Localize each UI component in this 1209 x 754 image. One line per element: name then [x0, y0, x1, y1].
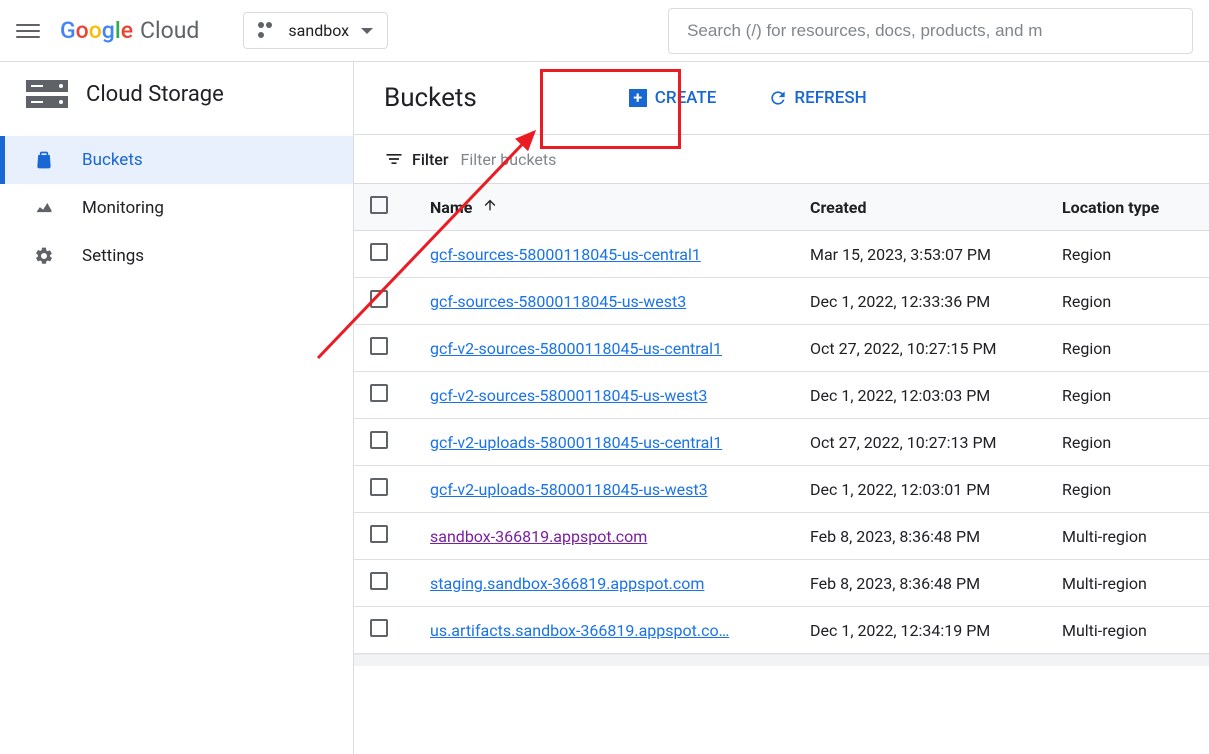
table-row: gcf-v2-uploads-58000118045-us-central1 O… [354, 419, 1209, 466]
page-title: Buckets [384, 83, 477, 113]
row-checkbox[interactable] [370, 337, 388, 355]
horizontal-scrollbar[interactable] [354, 654, 1209, 666]
sidebar-header: Cloud Storage [0, 62, 353, 126]
row-checkbox[interactable] [370, 290, 388, 308]
table-row: gcf-sources-58000118045-us-west3 Dec 1, … [354, 278, 1209, 325]
bucket-link[interactable]: gcf-sources-58000118045-us-west3 [430, 292, 686, 311]
sidebar-item-buckets[interactable]: Buckets [0, 136, 353, 184]
chevron-down-icon [361, 28, 373, 34]
created-cell: Oct 27, 2022, 10:27:13 PM [794, 419, 1046, 466]
project-name: sandbox [288, 21, 349, 40]
main-header: Buckets + CREATE REFRESH [354, 62, 1209, 135]
created-cell: Feb 8, 2023, 8:36:48 PM [794, 513, 1046, 560]
location-type-cell: Region [1046, 372, 1209, 419]
gear-icon [34, 246, 54, 266]
sidebar-item-label: Monitoring [82, 198, 164, 218]
column-header-location-type[interactable]: Location type [1046, 184, 1209, 231]
location-type-cell: Multi-region [1046, 560, 1209, 607]
sidebar-title: Cloud Storage [86, 82, 224, 107]
location-type-cell: Region [1046, 278, 1209, 325]
bucket-link[interactable]: gcf-v2-uploads-58000118045-us-west3 [430, 480, 708, 499]
row-checkbox[interactable] [370, 525, 388, 543]
table-row: staging.sandbox-366819.appspot.com Feb 8… [354, 560, 1209, 607]
location-type-cell: Multi-region [1046, 513, 1209, 560]
created-cell: Dec 1, 2022, 12:03:01 PM [794, 466, 1046, 513]
created-cell: Oct 27, 2022, 10:27:15 PM [794, 325, 1046, 372]
table-row: us.artifacts.sandbox-366819.appspot.co… … [354, 607, 1209, 654]
filter-label[interactable]: Filter [384, 149, 449, 169]
plus-icon: + [629, 89, 647, 107]
cloud-storage-icon [26, 80, 68, 108]
created-cell: Dec 1, 2022, 12:03:03 PM [794, 372, 1046, 419]
row-checkbox[interactable] [370, 619, 388, 637]
row-checkbox[interactable] [370, 478, 388, 496]
created-cell: Feb 8, 2023, 8:36:48 PM [794, 560, 1046, 607]
filter-input-placeholder[interactable]: Filter buckets [461, 150, 557, 169]
created-cell: Dec 1, 2022, 12:34:19 PM [794, 607, 1046, 654]
monitoring-icon [34, 198, 54, 218]
create-button[interactable]: + CREATE [617, 80, 729, 116]
table-row: sandbox-366819.appspot.com Feb 8, 2023, … [354, 513, 1209, 560]
sidebar: Cloud Storage Buckets Monitoring Settings [0, 62, 354, 754]
table-row: gcf-sources-58000118045-us-central1 Mar … [354, 231, 1209, 278]
bucket-link[interactable]: gcf-v2-sources-58000118045-us-west3 [430, 386, 707, 405]
google-cloud-logo[interactable]: Google Cloud [60, 17, 199, 44]
sidebar-item-settings[interactable]: Settings [0, 232, 353, 280]
row-checkbox[interactable] [370, 431, 388, 449]
refresh-button[interactable]: REFRESH [768, 88, 866, 108]
logo-suffix: Cloud [140, 17, 199, 44]
location-type-cell: Region [1046, 325, 1209, 372]
location-type-cell: Region [1046, 466, 1209, 513]
project-icon [258, 22, 276, 40]
location-type-cell: Region [1046, 231, 1209, 278]
filter-icon [384, 149, 404, 169]
hamburger-menu-button[interactable] [16, 19, 40, 43]
create-label: CREATE [655, 88, 717, 108]
filter-row: Filter Filter buckets [354, 135, 1209, 184]
bucket-icon [34, 150, 54, 170]
sidebar-item-label: Buckets [82, 150, 143, 170]
row-checkbox[interactable] [370, 572, 388, 590]
table-row: gcf-v2-sources-58000118045-us-central1 O… [354, 325, 1209, 372]
created-cell: Dec 1, 2022, 12:33:36 PM [794, 278, 1046, 325]
location-type-cell: Multi-region [1046, 607, 1209, 654]
bucket-link[interactable]: gcf-sources-58000118045-us-central1 [430, 245, 701, 264]
main-content: Buckets + CREATE REFRESH Filter Filter b… [354, 62, 1209, 754]
row-checkbox[interactable] [370, 243, 388, 261]
table-row: gcf-v2-uploads-58000118045-us-west3 Dec … [354, 466, 1209, 513]
select-all-checkbox[interactable] [370, 196, 388, 214]
search-input[interactable] [668, 8, 1193, 54]
sidebar-item-monitoring[interactable]: Monitoring [0, 184, 353, 232]
sidebar-item-label: Settings [82, 246, 144, 266]
topbar: Google Cloud sandbox [0, 0, 1209, 62]
sort-ascending-icon [482, 197, 498, 213]
buckets-table: Name Created Location type gcf-sources-5… [354, 184, 1209, 654]
refresh-label: REFRESH [794, 88, 866, 108]
bucket-link[interactable]: sandbox-366819.appspot.com [430, 527, 647, 546]
project-selector[interactable]: sandbox [243, 12, 388, 49]
location-type-cell: Region [1046, 419, 1209, 466]
row-checkbox[interactable] [370, 384, 388, 402]
column-header-name[interactable]: Name [414, 184, 794, 231]
bucket-link[interactable]: gcf-v2-sources-58000118045-us-central1 [430, 339, 722, 358]
created-cell: Mar 15, 2023, 3:53:07 PM [794, 231, 1046, 278]
bucket-link[interactable]: staging.sandbox-366819.appspot.com [430, 574, 704, 593]
refresh-icon [768, 88, 788, 108]
bucket-link[interactable]: gcf-v2-uploads-58000118045-us-central1 [430, 433, 722, 452]
table-row: gcf-v2-sources-58000118045-us-west3 Dec … [354, 372, 1209, 419]
bucket-link[interactable]: us.artifacts.sandbox-366819.appspot.co… [430, 621, 729, 640]
column-header-created[interactable]: Created [794, 184, 1046, 231]
